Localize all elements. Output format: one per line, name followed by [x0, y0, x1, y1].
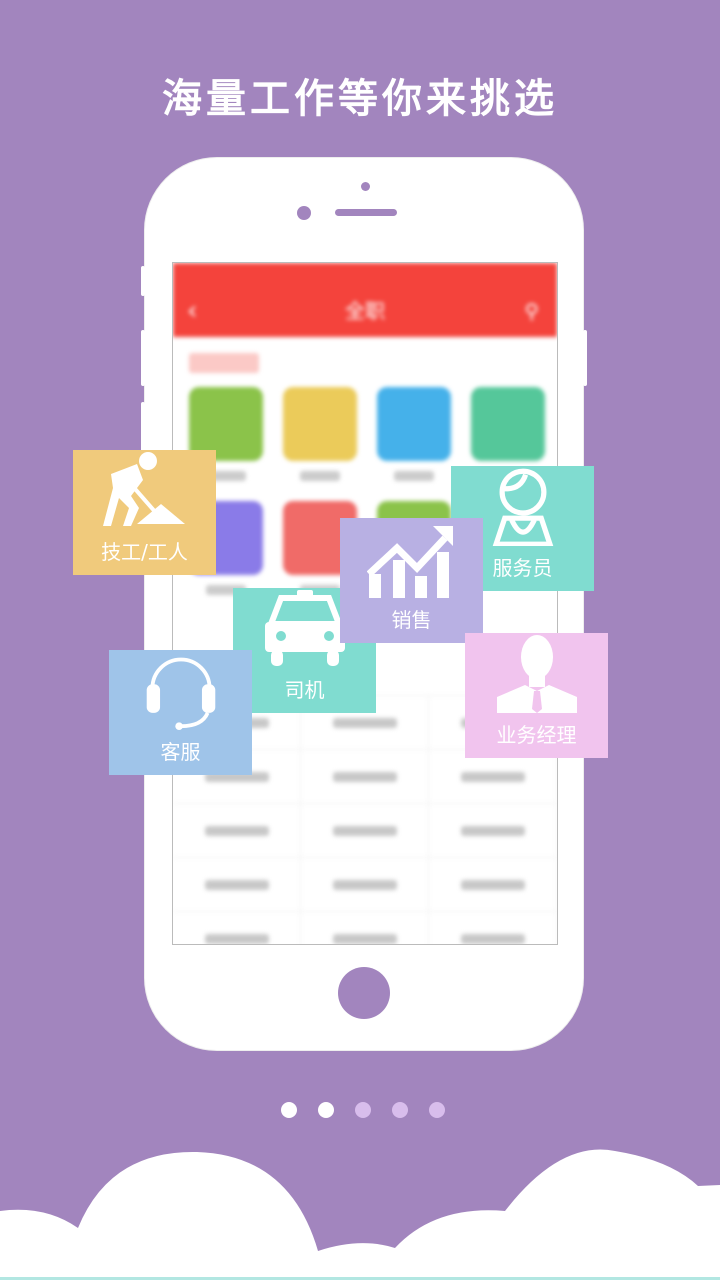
nav-title: 全职: [345, 299, 385, 323]
table-cell: [173, 858, 301, 911]
category-icon: [471, 387, 545, 461]
tile-business-manager: 业务经理: [465, 633, 608, 758]
tile-worker: 技工/工人: [73, 450, 216, 575]
category-label: [300, 471, 340, 481]
tile-label: 客服: [160, 740, 201, 764]
waitress-icon: [492, 468, 553, 546]
worker-shovel-icon: [102, 452, 185, 526]
category-label: [394, 471, 434, 481]
table-cell: [429, 804, 557, 857]
chevron-left-icon: ‹: [187, 296, 198, 326]
table-cell: [301, 750, 429, 803]
category-item: [377, 387, 451, 481]
search-icon: ⚲: [524, 299, 539, 323]
table-cell: [173, 912, 301, 944]
table-row: [173, 911, 557, 944]
phone-side-button: [141, 330, 145, 386]
tile-label: 销售: [391, 608, 432, 632]
phone-speaker: [335, 209, 397, 216]
table-cell: [173, 804, 301, 857]
tile-label: 技工/工人: [101, 540, 188, 564]
phone-camera: [297, 206, 311, 220]
tile-label: 服务员: [492, 556, 553, 580]
section-header: [189, 353, 259, 373]
nav-bar: ‹ 全职 ⚲: [173, 285, 557, 337]
phone-side-button: [583, 330, 587, 386]
table-cell: [301, 858, 429, 911]
status-bar: [173, 263, 557, 285]
page-dot[interactable]: [429, 1102, 445, 1118]
table-row: [173, 803, 557, 857]
category-icon: [377, 387, 451, 461]
table-cell: [429, 912, 557, 944]
page-indicator: [0, 1102, 720, 1118]
headline: 海量工作等你来挑选: [162, 76, 558, 122]
category-icon: [283, 387, 357, 461]
tile-label: 业务经理: [496, 723, 577, 747]
tile-customer-service: 客服: [109, 650, 252, 775]
tile-sales: 销售: [340, 518, 483, 643]
page-dot[interactable]: [281, 1102, 297, 1118]
phone-sensor: [361, 182, 370, 191]
home-button: [338, 967, 390, 1019]
page-dot[interactable]: [392, 1102, 408, 1118]
table-cell: [301, 912, 429, 944]
page-dot[interactable]: [355, 1102, 371, 1118]
cloud-decoration: [0, 1149, 720, 1280]
table-cell: [301, 804, 429, 857]
phone-side-button: [141, 266, 145, 296]
page-dot[interactable]: [318, 1102, 334, 1118]
taxi-icon: [264, 590, 345, 666]
table-cell: [429, 858, 557, 911]
sales-chart-icon: [366, 526, 453, 598]
businessman-icon: [496, 635, 577, 713]
headset-icon: [146, 657, 215, 730]
tile-label: 司机: [284, 678, 325, 702]
category-item: [283, 387, 357, 481]
table-row: [173, 857, 557, 911]
